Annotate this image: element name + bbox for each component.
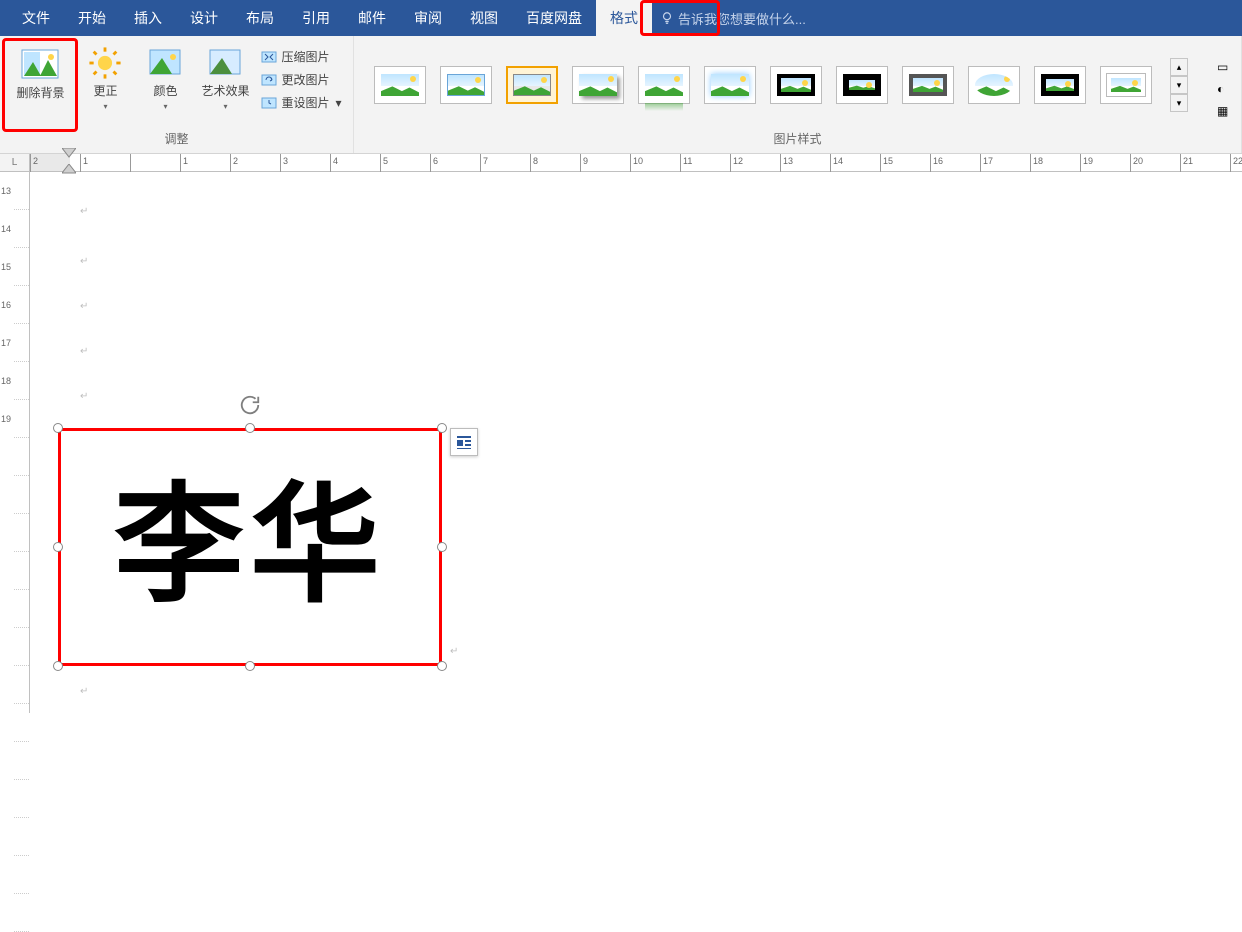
resize-handle-r[interactable]	[437, 542, 447, 552]
picture-styles-gallery: ▴ ▾ ▾	[360, 40, 1207, 112]
resize-handle-t[interactable]	[245, 423, 255, 433]
tab-file[interactable]: 文件	[8, 0, 64, 36]
tab-layout[interactable]: 布局	[232, 0, 288, 36]
chevron-down-icon: ▾	[335, 96, 341, 110]
corrections-button[interactable]: 更正 ▾	[77, 40, 133, 111]
rotate-handle[interactable]	[239, 394, 261, 416]
style-frame-thick[interactable]	[836, 66, 888, 104]
style-border[interactable]	[440, 66, 492, 104]
resize-handle-tr[interactable]	[437, 423, 447, 433]
paragraph-mark: ↵	[80, 206, 88, 217]
image-frame: 李华	[58, 428, 442, 666]
artistic-effects-button[interactable]: 艺术效果 ▾	[197, 40, 253, 111]
style-glow[interactable]	[704, 66, 756, 104]
remove-bg-icon	[21, 46, 59, 82]
tab-design[interactable]: 设计	[176, 0, 232, 36]
picture-effects-button[interactable]: ◐	[1217, 82, 1235, 98]
tab-reference[interactable]: 引用	[288, 0, 344, 36]
resize-handle-tl[interactable]	[53, 423, 63, 433]
tab-home[interactable]: 开始	[64, 0, 120, 36]
tab-format[interactable]: 格式	[596, 0, 652, 36]
lightbulb-icon	[660, 11, 674, 25]
paragraph-mark: ↵	[80, 686, 88, 697]
ruler-corner: L	[0, 154, 30, 172]
resize-handle-bl[interactable]	[53, 661, 63, 671]
resize-handle-l[interactable]	[53, 542, 63, 552]
tell-me-placeholder: 告诉我您想要做什么...	[678, 9, 806, 28]
tab-mail[interactable]: 邮件	[344, 0, 400, 36]
paragraph-mark: ↵	[80, 346, 88, 357]
reset-icon	[261, 95, 277, 111]
gallery-scroll-down[interactable]: ▾	[1170, 76, 1188, 94]
style-simple[interactable]	[374, 66, 426, 104]
menu-bar: 文件 开始 插入 设计 布局 引用 邮件 审阅 视图 百度网盘 格式 告诉我您想…	[0, 0, 1242, 36]
corrections-label: 更正	[93, 84, 117, 100]
group-adjust-label: 调整	[164, 130, 188, 149]
chevron-down-icon: ▾	[103, 102, 107, 111]
tab-view[interactable]: 视图	[456, 0, 512, 36]
first-line-indent-marker[interactable]	[62, 148, 76, 158]
ribbon: 删除背景 更正 ▾ 颜色 ▾ 艺术效果 ▾ 压缩图片	[0, 36, 1242, 154]
style-frame-black[interactable]	[770, 66, 822, 104]
remove-background-button[interactable]: 删除背景	[7, 40, 73, 102]
style-frame-gray[interactable]	[902, 66, 954, 104]
reset-picture-button[interactable]: 重设图片 ▾	[257, 92, 345, 113]
style-selected[interactable]	[506, 66, 558, 104]
gallery-scroll: ▴ ▾ ▾	[1170, 58, 1188, 112]
remove-bg-label: 删除背景	[16, 86, 64, 102]
sun-icon	[88, 46, 122, 80]
hanging-indent-marker[interactable]	[62, 164, 76, 174]
resize-handle-b[interactable]	[245, 661, 255, 671]
compress-label: 压缩图片	[281, 48, 329, 65]
picture-border-button[interactable]: ▭	[1217, 60, 1235, 76]
reset-label: 重设图片	[281, 94, 329, 111]
layout-options-button[interactable]	[450, 428, 478, 456]
tab-baidu[interactable]: 百度网盘	[512, 0, 596, 36]
tell-me-input[interactable]: 告诉我您想要做什么...	[660, 9, 806, 28]
style-frame-white[interactable]	[1100, 66, 1152, 104]
artistic-icon	[208, 46, 242, 80]
style-shadow[interactable]	[572, 66, 624, 104]
signature-text: 李华	[71, 441, 429, 653]
compress-icon	[261, 49, 277, 65]
paragraph-mark: ↵	[80, 391, 88, 402]
change-icon	[261, 72, 277, 88]
gallery-scroll-up[interactable]: ▴	[1170, 58, 1188, 76]
color-label: 颜色	[153, 84, 177, 100]
paragraph-mark: ↵	[450, 646, 458, 657]
picture-layout-button[interactable]: ▦	[1217, 104, 1235, 120]
change-picture-button[interactable]: 更改图片	[257, 69, 345, 90]
change-label: 更改图片	[281, 71, 329, 88]
style-oval[interactable]	[968, 66, 1020, 104]
color-button[interactable]: 颜色 ▾	[137, 40, 193, 111]
document-page[interactable]: ↵ ↵ ↵ ↵ ↵ ↵ ↵ 李华	[34, 176, 1242, 713]
ruler-horizontal[interactable]: 2112345678910111213141516171819202122232…	[30, 154, 1242, 172]
chevron-down-icon: ▾	[163, 102, 167, 111]
paragraph-mark: ↵	[80, 256, 88, 267]
style-frame-inset[interactable]	[1034, 66, 1086, 104]
artistic-label: 艺术效果	[201, 84, 249, 100]
picture-color-icon	[148, 46, 182, 80]
tab-insert[interactable]: 插入	[120, 0, 176, 36]
paragraph-mark: ↵	[80, 301, 88, 312]
resize-handle-br[interactable]	[437, 661, 447, 671]
layout-options-icon	[455, 433, 473, 451]
compress-picture-button[interactable]: 压缩图片	[257, 46, 345, 67]
gallery-expand[interactable]: ▾	[1170, 94, 1188, 112]
group-styles-label: 图片样式	[773, 130, 821, 149]
tab-review[interactable]: 审阅	[400, 0, 456, 36]
style-reflect[interactable]	[638, 66, 690, 104]
chevron-down-icon: ▾	[223, 102, 227, 111]
selected-image[interactable]: 李华	[58, 428, 442, 666]
